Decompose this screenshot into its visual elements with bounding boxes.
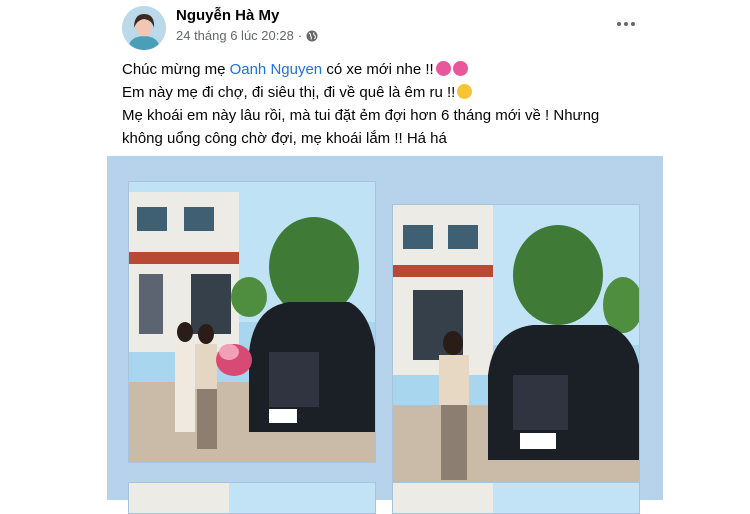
globe-icon[interactable] <box>306 30 318 42</box>
post-line-1: Chúc mừng mẹ Oanh Nguyen có xe mới nhe !… <box>122 58 642 81</box>
flower-emoji <box>452 61 468 76</box>
photo-grid <box>107 156 663 514</box>
post-line-3: Mẹ khoái em này lâu rồi, mà tui đặt ẻm đ… <box>122 107 600 147</box>
flower-emoji <box>435 61 451 76</box>
line1-text: Chúc mừng mẹ <box>122 61 230 78</box>
author-avatar[interactable] <box>122 6 166 50</box>
wink-emoji <box>457 84 473 99</box>
mention-link[interactable]: Oanh Nguyen <box>230 61 323 78</box>
photo-2[interactable] <box>392 204 640 486</box>
post-text: Chúc mừng mẹ Oanh Nguyen có xe mới nhe !… <box>122 58 642 150</box>
line2-text: Em này mẹ đi chợ, đi siêu thị, đi về quê… <box>122 84 456 101</box>
post-meta: 24 tháng 6 lúc 20:28 · <box>176 28 318 43</box>
post-timestamp[interactable]: 24 tháng 6 lúc 20:28 <box>176 28 294 43</box>
more-options-icon[interactable] <box>614 16 638 32</box>
line1-tail: có xe mới nhe !! <box>322 61 434 78</box>
post-line-2: Em này mẹ đi chợ, đi siêu thị, đi về quê… <box>122 81 642 104</box>
dot-separator: · <box>297 28 303 43</box>
facebook-post: Nguyễn Hà My 24 tháng 6 lúc 20:28 · Chúc… <box>0 0 750 514</box>
author-name[interactable]: Nguyễn Hà My <box>176 7 279 24</box>
photo-4[interactable] <box>392 482 640 514</box>
photo-3[interactable] <box>128 482 376 514</box>
photo-1[interactable] <box>128 181 376 463</box>
